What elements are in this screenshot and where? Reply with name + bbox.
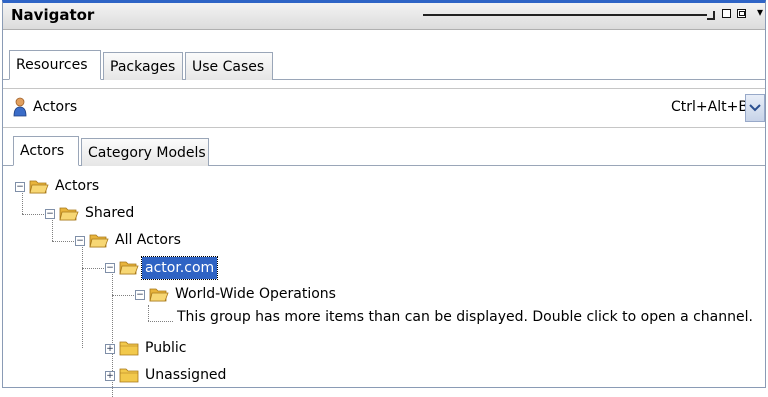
inner-tab-bar: Actors Category Models bbox=[3, 135, 765, 166]
tree-connector bbox=[148, 321, 173, 322]
tab-resources[interactable]: Resources bbox=[9, 50, 101, 80]
panel-title: Navigator bbox=[11, 6, 95, 24]
open-folder-icon bbox=[119, 261, 139, 275]
main-tab-bar: Resources Packages Use Cases bbox=[3, 49, 765, 80]
tree-item-label: All Actors bbox=[115, 232, 181, 248]
expand-icon[interactable]: + bbox=[105, 344, 115, 354]
shortcut-text: Ctrl+Alt+B bbox=[671, 99, 748, 115]
collapse-icon[interactable]: − bbox=[75, 236, 85, 246]
titlebar-divider bbox=[423, 14, 707, 16]
closed-folder-icon bbox=[119, 368, 139, 383]
tree-connector bbox=[148, 305, 149, 321]
collapse-icon[interactable]: − bbox=[15, 182, 25, 192]
tab-category-models[interactable]: Category Models bbox=[81, 138, 209, 166]
tab-use-cases[interactable]: Use Cases bbox=[185, 52, 273, 80]
restore-icon[interactable] bbox=[722, 9, 731, 18]
person-icon bbox=[13, 97, 27, 117]
selector-dropdown-button[interactable] bbox=[745, 94, 765, 122]
navigator-panel: Navigator ▾ Resources Packages Use Cases… bbox=[2, 0, 766, 397]
open-folder-icon bbox=[59, 207, 79, 221]
tree-connector bbox=[82, 242, 83, 348]
chevron-down-icon bbox=[749, 104, 761, 112]
minimize-icon[interactable] bbox=[707, 11, 715, 20]
tree-item-label-selected: actor.com bbox=[140, 256, 219, 280]
more-icon[interactable]: ▾ bbox=[757, 5, 763, 19]
panel-titlebar: Navigator ▾ bbox=[3, 3, 765, 30]
collapse-icon[interactable]: − bbox=[45, 209, 55, 219]
selector-label: Actors bbox=[33, 99, 78, 115]
resource-selector[interactable]: Actors Ctrl+Alt+B bbox=[3, 88, 765, 128]
overflow-message[interactable]: This group has more items than can be di… bbox=[177, 309, 753, 325]
open-folder-icon bbox=[149, 288, 169, 302]
collapse-icon[interactable]: − bbox=[105, 263, 115, 273]
tree-item-label: Public bbox=[145, 340, 187, 356]
tree-item-label: Actors bbox=[55, 178, 100, 194]
tree-item-label: Unassigned bbox=[145, 367, 227, 383]
tab-packages[interactable]: Packages bbox=[103, 52, 183, 80]
open-folder-icon bbox=[29, 180, 49, 194]
collapse-icon[interactable]: − bbox=[135, 290, 145, 300]
actors-tree: − Actors − Shared − All Actors − actor.c… bbox=[3, 165, 765, 397]
closed-folder-icon bbox=[119, 341, 139, 356]
expand-icon[interactable]: + bbox=[105, 371, 115, 381]
maximize-icon[interactable] bbox=[737, 9, 746, 18]
tab-actors[interactable]: Actors bbox=[13, 136, 79, 166]
tree-item-label: World-Wide Operations bbox=[175, 286, 336, 302]
open-folder-icon bbox=[89, 234, 109, 248]
tree-item-label: Shared bbox=[85, 205, 135, 221]
